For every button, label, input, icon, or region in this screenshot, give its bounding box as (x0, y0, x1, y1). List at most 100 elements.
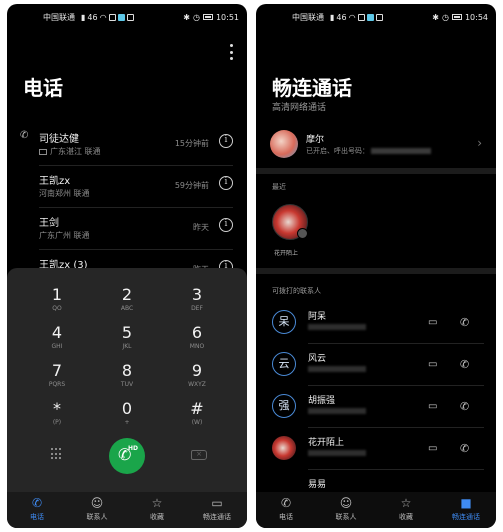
nav-contacts[interactable]: ☺ 联系人 (67, 492, 127, 528)
message-icon (126, 13, 134, 21)
dialpad: 1 QO 2 ABC 3 DEF 4 GHI 5 JKL 6 MNO 7 PQRS 8 TUV … (7, 268, 247, 492)
outgoing-call-icon: ✆ (20, 130, 29, 141)
nav-favorites[interactable]: ☆ 收藏 (127, 492, 187, 528)
nav-label: 畅连通话 (203, 513, 231, 521)
wifi-icon: ◠ (348, 12, 356, 22)
call-button[interactable]: ✆ HD (109, 438, 145, 474)
contact-row[interactable]: 云 风云 ▭ ✆ (256, 346, 496, 386)
voice-call-icon[interactable]: ✆ (460, 316, 469, 329)
notification-icon (357, 13, 365, 21)
voice-call-icon[interactable]: ✆ (460, 358, 469, 371)
call-time: 15分钟前 (174, 139, 209, 148)
key-digit: # (190, 399, 204, 418)
redacted-number (308, 324, 366, 330)
key-star[interactable]: * (P) (27, 400, 87, 427)
video-call-icon[interactable]: ▭ (428, 317, 437, 328)
key-letters: JKL (122, 343, 132, 350)
key-2[interactable]: 2 ABC (97, 286, 157, 313)
key-hash[interactable]: # (W) (167, 399, 227, 427)
contacts-section-label: 可拨打的联系人 (272, 287, 321, 295)
backspace-icon[interactable]: × (191, 450, 207, 460)
avatar: 呆 (272, 310, 296, 334)
video-call-icon[interactable]: ▭ (428, 401, 437, 412)
avatar (270, 130, 298, 158)
key-letters: + (124, 419, 130, 426)
row-divider (308, 469, 484, 470)
key-0[interactable]: 0 + (97, 399, 157, 427)
key-digit: 1 (51, 285, 63, 304)
voice-call-icon[interactable]: ✆ (460, 442, 469, 455)
status-bar: 中国联通 ▮ 46 ◠ ✱ ◷ 10:51 (7, 4, 247, 30)
video-call-icon[interactable]: ▭ (428, 359, 437, 370)
nav-favorites[interactable]: ☆ 收藏 (376, 492, 436, 528)
key-4[interactable]: 4 GHI (27, 324, 87, 351)
phone-screen-dialer: 中国联通 ▮ 46 ◠ ✱ ◷ 10:51 电话 ✆ 司徒达健 广东湛江 联通 … (7, 4, 247, 528)
key-letters: MNO (189, 343, 205, 350)
battery-icon (451, 14, 462, 20)
phone-icon: ✆ (280, 496, 292, 510)
contact-name: 花开陌上 (308, 438, 345, 448)
key-letters: DEF (191, 305, 203, 312)
caller-location: 河南郑州 联通 (39, 189, 90, 198)
recent-section-label: 最近 (272, 183, 286, 191)
call-time: 59分钟前 (174, 181, 209, 190)
key-6[interactable]: 6 MNO (167, 324, 227, 351)
row-divider (308, 343, 484, 344)
key-letters: TUV (120, 381, 134, 388)
nav-phone[interactable]: ✆ 电话 (256, 492, 316, 528)
signal-icon: ▮ (81, 12, 86, 22)
voice-call-icon[interactable]: ✆ (460, 400, 469, 413)
contact-row[interactable]: 呆 阿呆 ▭ ✆ (256, 304, 496, 344)
key-1[interactable]: 1 QO (27, 285, 87, 313)
contacts-icon: ☺ (90, 496, 104, 510)
nav-contacts[interactable]: ☺ 联系人 (316, 492, 376, 528)
video-call-icon[interactable]: ▭ (428, 443, 437, 454)
contact-name: 易易 (308, 480, 327, 490)
key-5[interactable]: 5 JKL (97, 323, 157, 351)
info-icon[interactable]: i (219, 176, 233, 190)
clock-label: 10:51 (215, 12, 239, 22)
phone-icon: ✆ (31, 496, 43, 510)
bottom-nav: ✆ 电话 ☺ 联系人 ☆ 收藏 ■ 畅连通话 (256, 492, 496, 528)
call-log-row[interactable]: ✆ 司徒达健 广东湛江 联通 15分钟前 i (7, 122, 247, 166)
key-digit: 5 (121, 323, 133, 342)
key-digit: 0 (121, 399, 133, 418)
nav-label: 联系人 (86, 513, 108, 521)
nav-label: 收藏 (150, 513, 164, 521)
row-divider (308, 385, 484, 386)
call-log-row[interactable]: 王凯zx 河南郑州 联通 59分钟前 i (7, 164, 247, 208)
more-menu-icon[interactable] (229, 44, 233, 60)
my-profile-row[interactable]: 摩尔 已开启、呼出号码： › (256, 124, 496, 168)
key-3[interactable]: 3 DEF (167, 286, 227, 313)
video-call-icon: ■ (460, 496, 472, 510)
dialpad-toggle-icon[interactable] (51, 448, 63, 460)
contact-row[interactable]: 强 胡振强 ▭ ✆ (256, 388, 496, 428)
nav-meetime[interactable]: ▭ 畅连通话 (187, 492, 247, 528)
video-badge-icon (297, 228, 308, 239)
avatar (272, 436, 296, 460)
contact-row[interactable]: 花开陌上 ▭ ✆ (256, 430, 496, 470)
key-letters: (W) (191, 419, 203, 426)
sim-card-icon (39, 148, 47, 155)
nav-meetime[interactable]: ■ 畅连通话 (436, 492, 496, 528)
carrier-label: 中国联通 (292, 12, 324, 22)
key-9[interactable]: 9 WXYZ (167, 362, 227, 389)
signal-type-label: 46 (336, 12, 347, 22)
nav-label: 联系人 (335, 513, 357, 521)
nav-phone[interactable]: ✆ 电话 (7, 492, 67, 528)
status-bar: 中国联通 ▮ 46 ◠ ✱ ◷ 10:54 (256, 4, 496, 30)
hd-badge: HD (128, 445, 139, 452)
battery-icon (202, 14, 213, 20)
call-time: 昨天 (193, 223, 209, 232)
info-icon[interactable]: i (219, 218, 233, 232)
section-divider (256, 168, 496, 174)
info-icon[interactable]: i (219, 134, 233, 148)
key-digit: 7 (51, 361, 63, 380)
redacted-number (371, 148, 431, 154)
call-log-row[interactable]: 王剑 广东广州 联通 昨天 i (7, 206, 247, 250)
key-7[interactable]: 7 PQRS (27, 361, 87, 389)
signal-icon: ▮ (330, 12, 335, 22)
key-letters: GHI (51, 343, 63, 350)
key-8[interactable]: 8 TUV (97, 362, 157, 389)
redacted-number (308, 366, 366, 372)
